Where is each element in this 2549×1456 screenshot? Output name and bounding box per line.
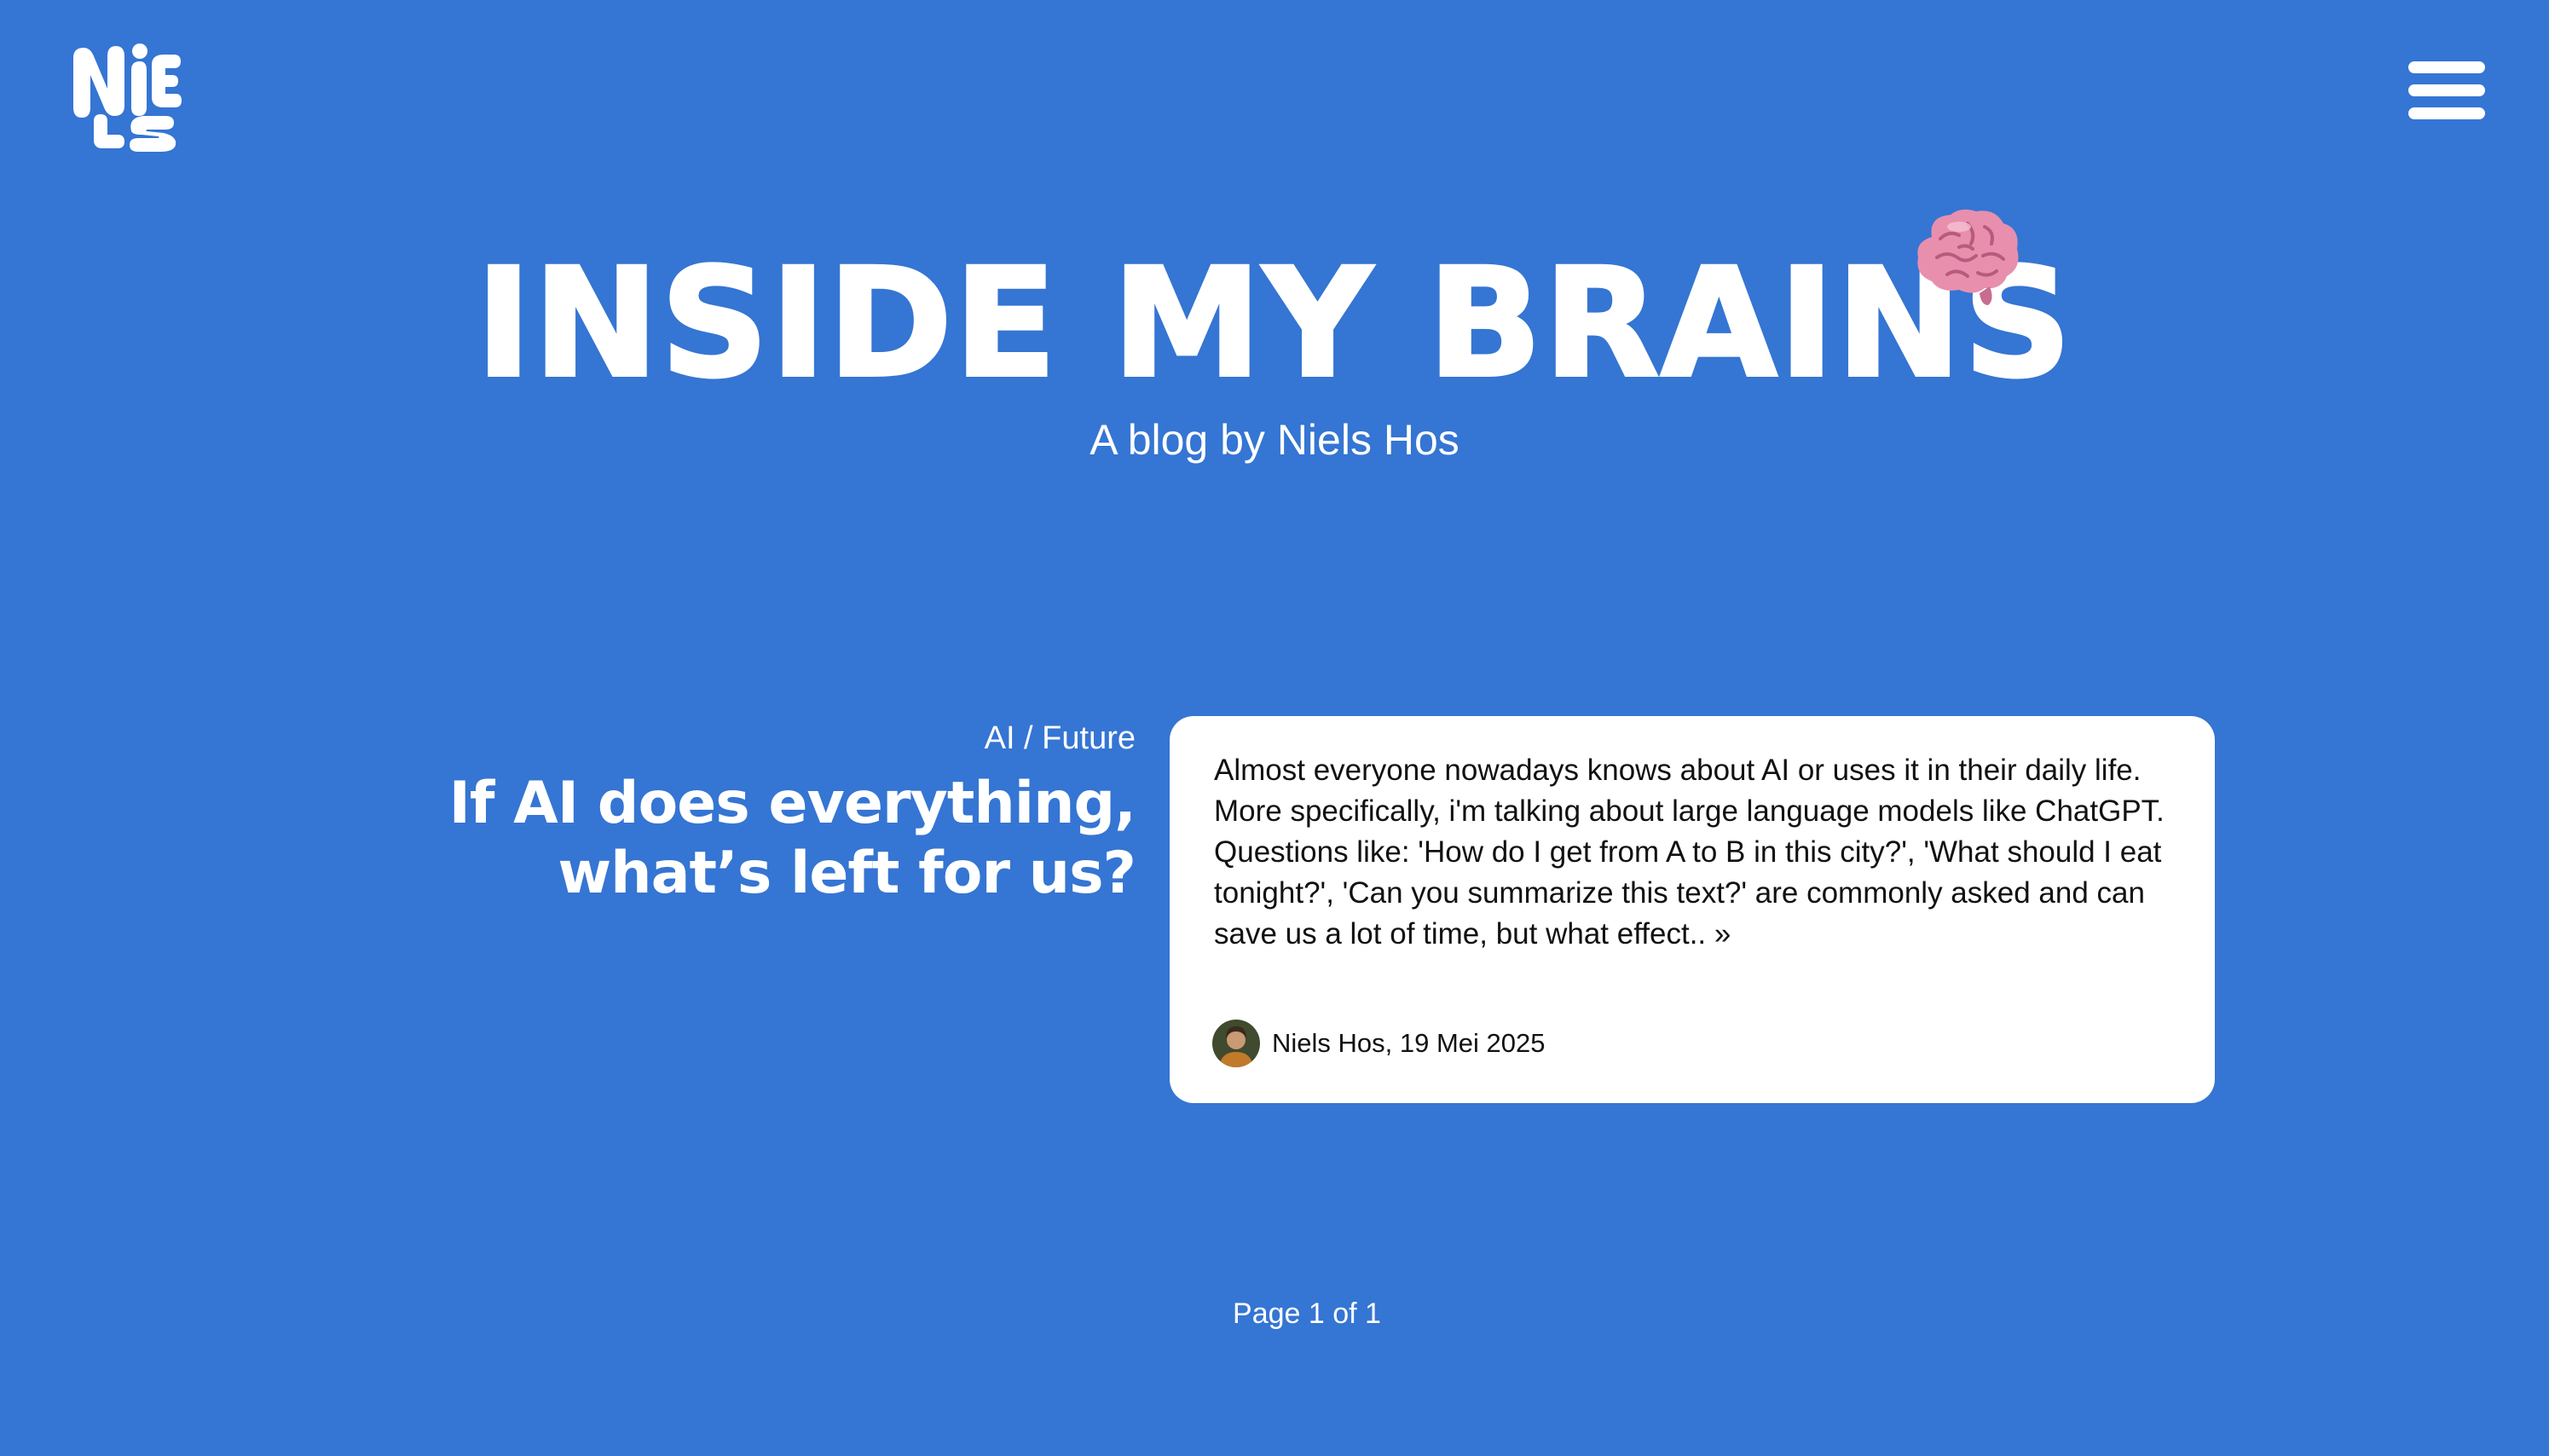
niels-logo[interactable] — [65, 36, 184, 152]
author-avatar — [1212, 1020, 1260, 1067]
blog-title: INSIDE MY BRAINS — [474, 234, 2073, 413]
hamburger-menu-button[interactable] — [2406, 56, 2488, 124]
post-byline: Niels Hos, 19 Mei 2025 — [1212, 1020, 1546, 1067]
blog-page: INSIDE MY BRAINS A blog by Niels Hos AI … — [0, 0, 2549, 1456]
post-category-link[interactable]: AI / Future — [368, 713, 1136, 764]
post-excerpt: Almost everyone nowadays knows about AI … — [1214, 754, 2165, 950]
post-title-line: what’s left for us? — [558, 840, 1136, 907]
hamburger-menu-icon — [2408, 107, 2485, 119]
post-meta: AI / Future If AI does everything, what’… — [368, 713, 1136, 909]
post-card[interactable]: Almost everyone nowadays knows about AI … — [1170, 716, 2215, 1103]
blog-subtitle: A blog by Niels Hos — [1090, 416, 1459, 464]
post-title-link[interactable]: If AI does everything, what’s left for u… — [368, 769, 1136, 909]
hamburger-menu-icon — [2408, 84, 2485, 96]
pagination-label: Page 1 of 1 — [1233, 1297, 1381, 1330]
hero: INSIDE MY BRAINS A blog by Niels Hos — [0, 205, 2549, 494]
post-item: AI / Future If AI does everything, what’… — [0, 713, 2549, 1105]
post-title-line: If AI does everything, — [448, 770, 1136, 837]
hamburger-menu-icon — [2408, 61, 2485, 73]
post-author-date: Niels Hos, 19 Mei 2025 — [1272, 1028, 1546, 1058]
brain-icon — [1906, 205, 2026, 307]
niels-logo-icon — [73, 43, 182, 152]
